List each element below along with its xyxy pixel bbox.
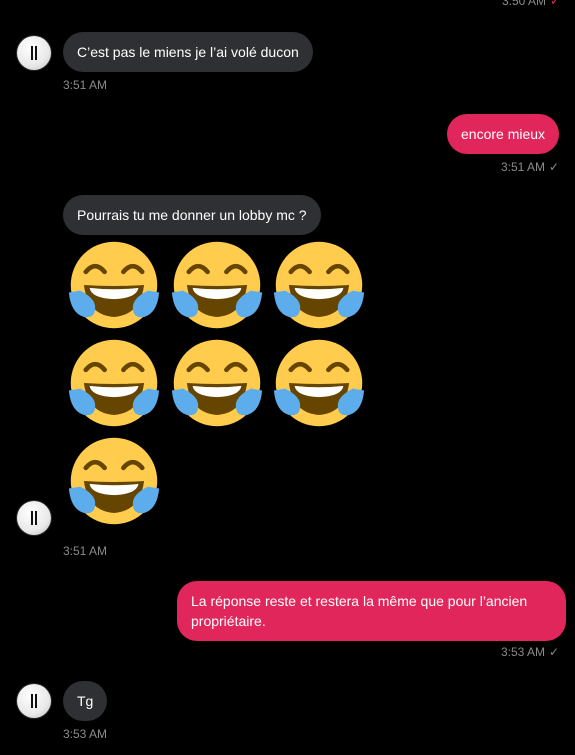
incoming-message-bubble[interactable]: Pourrais tu me donner un lobby mc ? <box>63 195 321 235</box>
timestamp-text: 3:51 AM <box>63 544 108 558</box>
avatar[interactable] <box>17 501 51 535</box>
avatar-icon <box>31 511 37 525</box>
avatar-icon <box>31 46 37 60</box>
face-with-tears-of-joy-icon <box>272 238 366 332</box>
message-text: encore mieux <box>461 126 546 142</box>
message-timestamp: 3:53 AM <box>63 727 107 741</box>
incoming-message-bubble[interactable]: Tg <box>63 681 108 721</box>
message-text: C’est pas le miens je l’ai volé ducon <box>77 44 299 60</box>
message-text: Pourrais tu me donner un lobby mc ? <box>77 207 307 223</box>
timestamp-text: 3:51 AM <box>501 160 546 174</box>
message-timestamp: 3:50 AM ✓ <box>502 0 560 8</box>
avatar-icon <box>31 694 37 708</box>
message-text: Tg <box>77 693 94 709</box>
check-icon: ✓ <box>550 0 561 8</box>
face-with-tears-of-joy-icon <box>67 238 161 332</box>
face-with-tears-of-joy-icon <box>67 336 161 430</box>
timestamp-text: 3:51 AM <box>63 78 108 92</box>
outgoing-message-bubble[interactable]: La réponse reste et restera la même que … <box>177 581 566 641</box>
face-with-tears-of-joy-icon <box>67 434 161 528</box>
avatar[interactable] <box>17 684 51 718</box>
message-timestamp: 3:51 AM ✓ <box>501 160 559 174</box>
message-timestamp: 3:51 AM <box>63 78 107 92</box>
timestamp-text: 3:50 AM <box>502 0 547 8</box>
message-timestamp: 3:53 AM ✓ <box>501 645 559 659</box>
message-text: La réponse reste et restera la même que … <box>191 593 528 629</box>
face-with-tears-of-joy-icon <box>170 238 264 332</box>
avatar[interactable] <box>17 36 51 70</box>
message-timestamp: 3:51 AM <box>63 544 107 558</box>
check-icon: ✓ <box>549 160 560 174</box>
check-icon: ✓ <box>549 645 560 659</box>
face-with-tears-of-joy-icon <box>170 336 264 430</box>
incoming-message-bubble[interactable]: C’est pas le miens je l’ai volé ducon <box>63 32 313 72</box>
face-with-tears-of-joy-icon <box>272 336 366 430</box>
outgoing-message-bubble[interactable]: encore mieux <box>447 114 560 154</box>
timestamp-text: 3:53 AM <box>63 727 108 741</box>
timestamp-text: 3:53 AM <box>501 645 546 659</box>
